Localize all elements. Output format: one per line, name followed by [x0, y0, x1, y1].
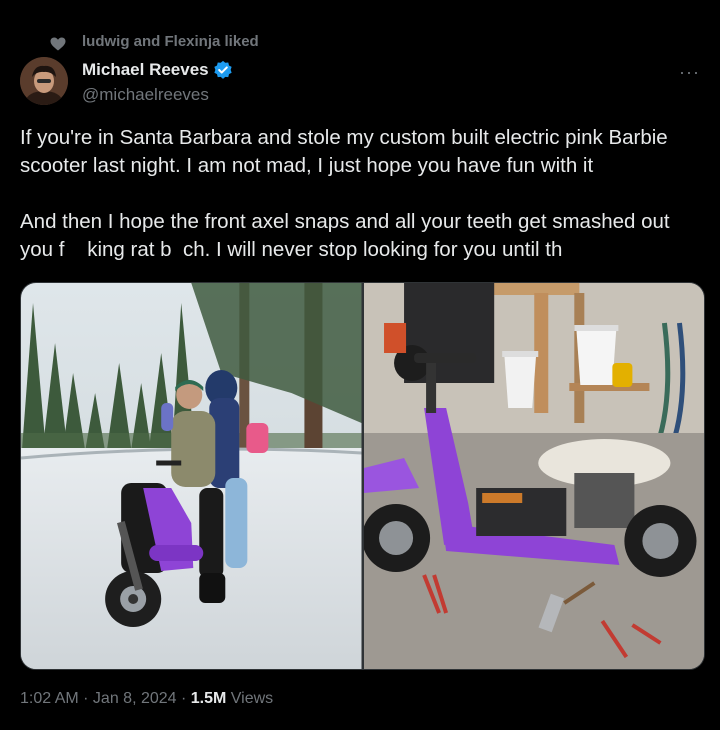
tweet-paragraph-1: If you're in Santa Barbara and stole my …	[20, 126, 668, 177]
author-name[interactable]: Michael Reeves	[82, 60, 209, 80]
author-handle[interactable]: @michaelreeves	[82, 85, 209, 105]
tweet-date[interactable]: Jan 8, 2024	[93, 690, 177, 707]
media-grid	[20, 282, 705, 670]
tweet-meta: 1:02 AM · Jan 8, 2024 · 1.5M Views	[20, 690, 273, 708]
photo-garage-scooter[interactable]	[363, 283, 704, 669]
more-options-icon[interactable]: ···	[679, 62, 700, 83]
views-count: 1.5M	[190, 690, 227, 707]
verified-badge-icon	[214, 60, 232, 79]
tweet-text: If you're in Santa Barbara and stole my …	[20, 124, 704, 264]
avatar[interactable]	[20, 57, 68, 105]
meta-separator: ·	[78, 690, 93, 707]
photo-snow-scooter[interactable]	[21, 283, 362, 669]
meta-separator: ·	[176, 690, 191, 707]
views-label: Views	[226, 690, 274, 707]
tweet-time[interactable]: 1:02 AM	[20, 690, 79, 707]
heart-icon	[50, 37, 66, 51]
tweet-paragraph-2: And then I hope the front axel snaps and…	[20, 210, 676, 261]
author-name-row[interactable]: Michael Reeves	[82, 60, 233, 80]
social-context-text: ludwig and Flexinja liked	[82, 33, 259, 50]
